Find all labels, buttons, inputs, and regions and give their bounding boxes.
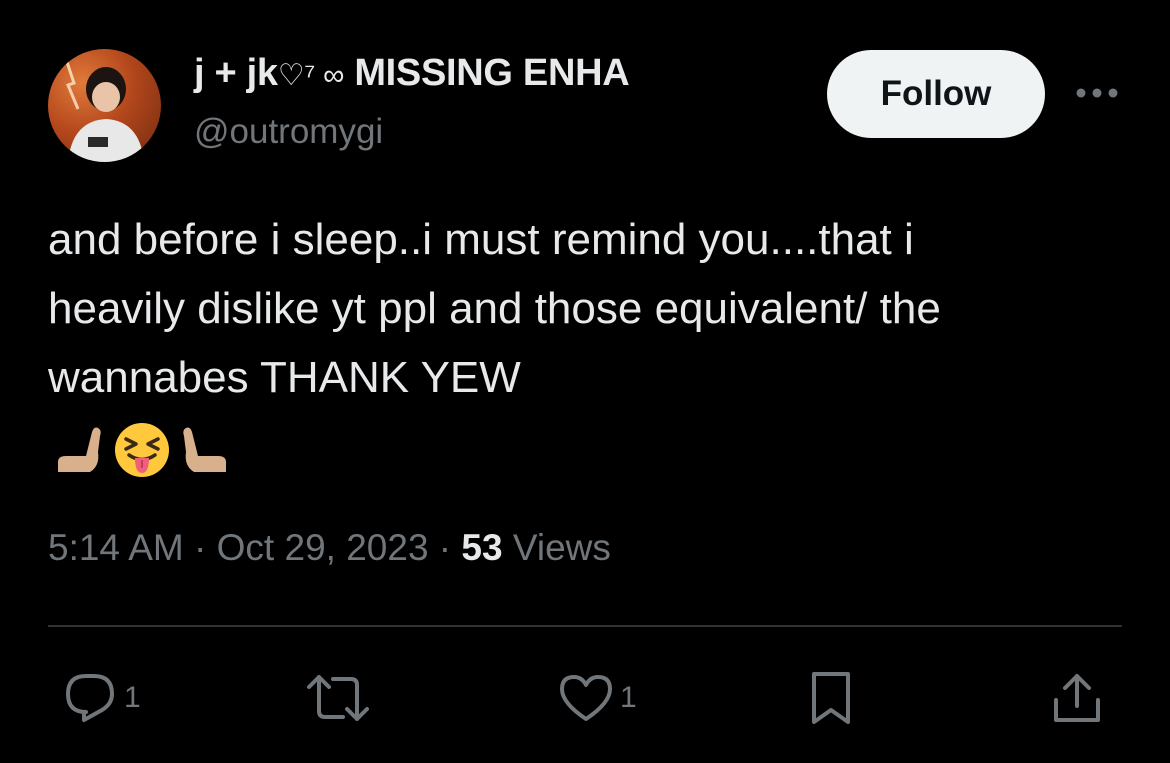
tweet-meta: 5:14 AM · Oct 29, 2023 · 53 Views: [48, 527, 611, 569]
tweet-emoji-row: [52, 420, 232, 480]
tweet-time[interactable]: 5:14 AM: [48, 527, 184, 568]
like-count: 1: [620, 681, 637, 714]
pushing-hand-right-emoji: [183, 427, 226, 472]
bookmark-button[interactable]: [806, 668, 856, 728]
reply-button[interactable]: 1: [62, 668, 141, 728]
reply-count: 1: [124, 681, 141, 714]
display-name-suffix: MISSING ENHA: [354, 52, 630, 94]
meta-separator: ·: [428, 527, 462, 568]
follow-button[interactable]: Follow: [827, 50, 1045, 138]
retweet-icon: [307, 675, 369, 721]
more-options-button[interactable]: [1072, 78, 1122, 108]
display-name-text: j + jk: [194, 52, 278, 94]
user-handle[interactable]: @outromygi: [194, 112, 383, 152]
avatar[interactable]: [48, 49, 161, 162]
squinting-face-tongue-emoji: [115, 423, 169, 477]
display-name[interactable]: j + jk♡⁷ ∞ MISSING ENHA: [194, 52, 630, 95]
views-label: Views: [502, 527, 611, 568]
retweet-button[interactable]: [305, 668, 371, 728]
display-name-emoji: ♡⁷ ∞: [277, 59, 345, 92]
tweet: j + jk♡⁷ ∞ MISSING ENHA @outromygi Follo…: [0, 0, 1170, 763]
tweet-date[interactable]: Oct 29, 2023: [217, 527, 429, 568]
tweet-text: and before i sleep..i must remind you...…: [48, 215, 941, 402]
like-button[interactable]: 1: [558, 668, 637, 728]
more-dots-icon: [1076, 88, 1118, 98]
share-button[interactable]: [1050, 668, 1104, 728]
pushing-hand-left-emoji: [58, 427, 101, 472]
bookmark-icon: [812, 672, 850, 724]
divider: [48, 625, 1122, 627]
reply-icon: [66, 674, 114, 722]
heart-icon: [560, 675, 612, 721]
views-count: 53: [461, 527, 503, 568]
share-icon: [1054, 674, 1100, 722]
meta-separator: ·: [183, 527, 217, 568]
